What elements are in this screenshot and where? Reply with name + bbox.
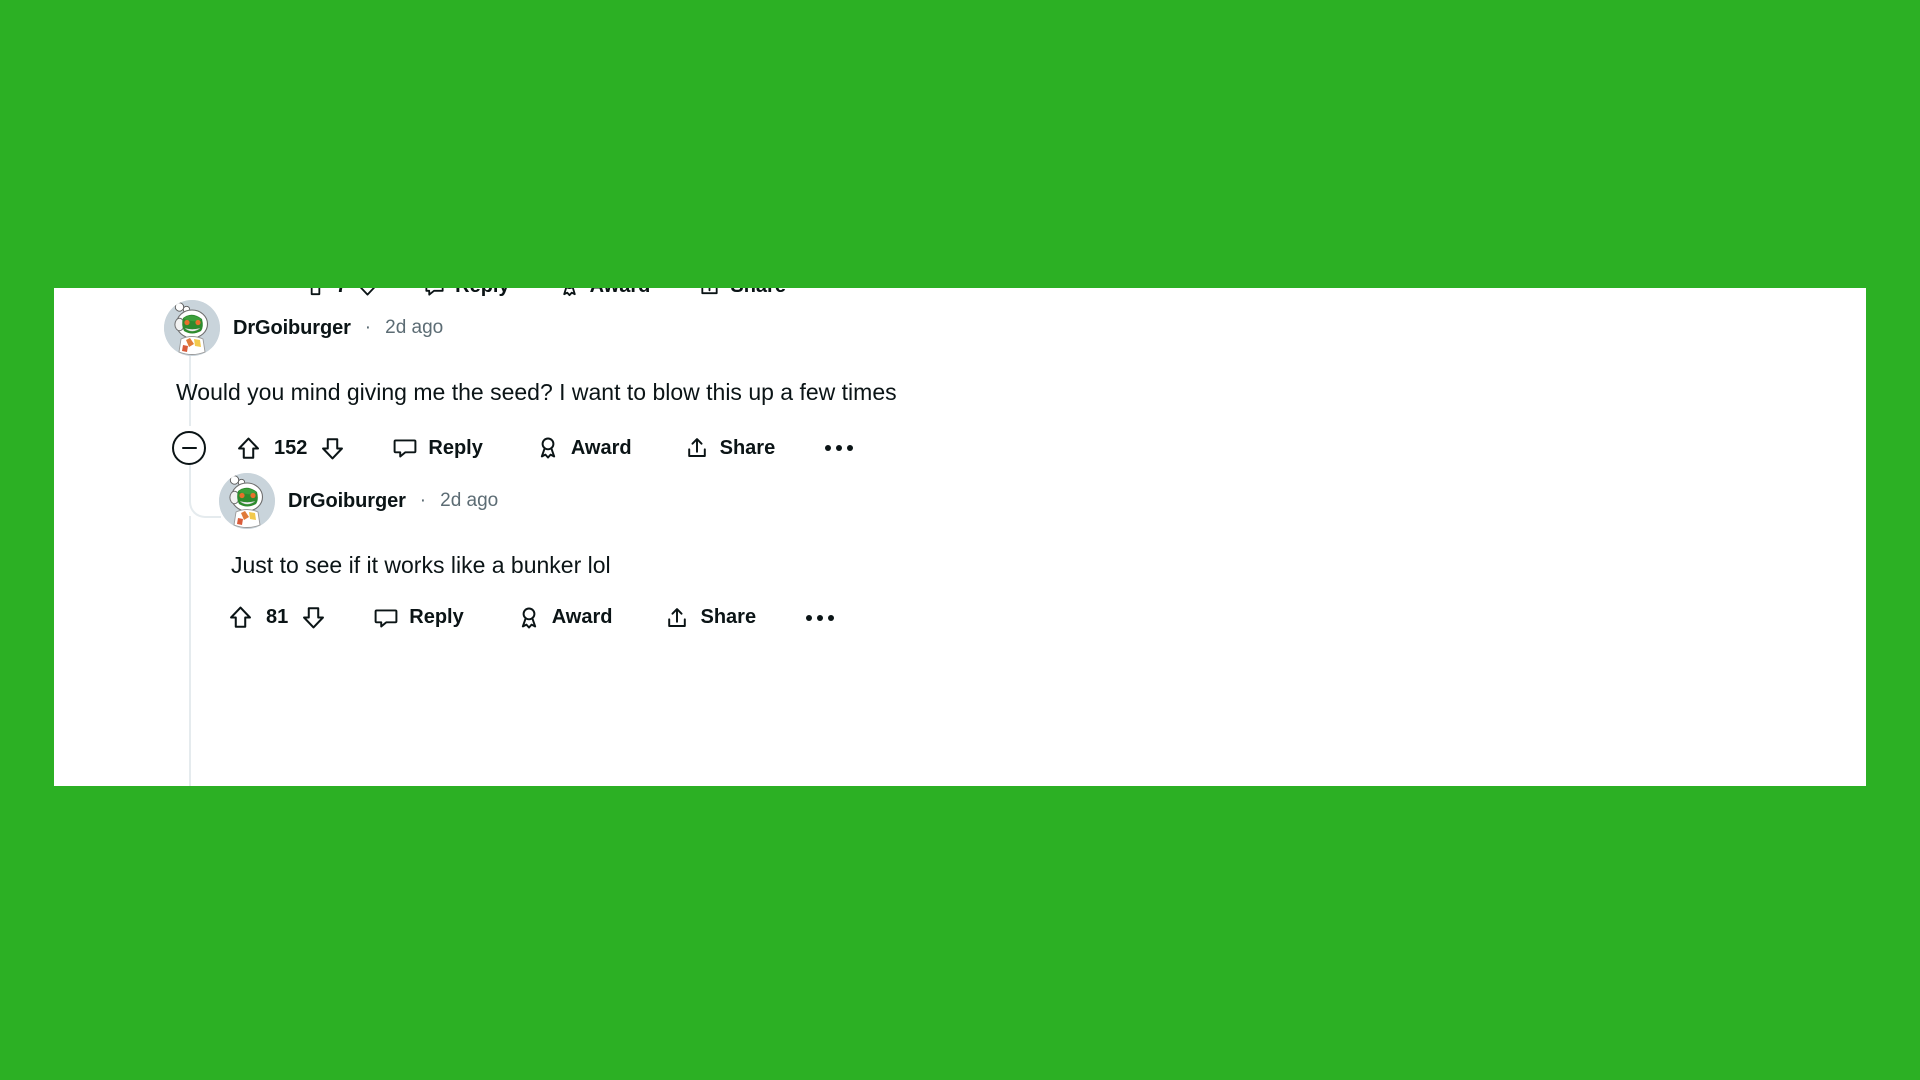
share-button[interactable]: Share [664, 605, 756, 631]
previous-share-button[interactable]: Share [698, 288, 786, 298]
share-label: Share [700, 606, 757, 629]
previous-award-label: Award [590, 288, 651, 298]
award-medal-icon [521, 607, 536, 629]
meta-separator: · [419, 490, 427, 511]
comment-header: DrGoiburger · 2d ago [219, 473, 838, 529]
overflow-dot [828, 614, 835, 621]
upvote-icon[interactable] [227, 604, 254, 631]
overflow-dot [836, 445, 843, 452]
more-options-button[interactable] [802, 609, 838, 627]
avatar-artwork [164, 300, 220, 356]
overflow-dot [847, 445, 854, 452]
reddit-snoo-alien-avatar[interactable] [219, 473, 275, 529]
comment-timestamp: 2d ago [440, 490, 499, 511]
comment-bubble-icon [394, 439, 417, 458]
comment-author-username[interactable]: DrGoiburger [233, 317, 351, 340]
avatar-artwork [219, 473, 275, 529]
comment-timestamp: 2d ago [385, 317, 444, 338]
previous-share-label: Share [730, 288, 786, 298]
reply-label: Reply [409, 606, 464, 629]
reply-label: Reply [428, 436, 483, 459]
comment-top-level: DrGoiburger · 2d ago Would you mind givi… [164, 300, 897, 466]
previous-reply-button[interactable]: Reply [423, 288, 510, 298]
reddit-snoo-alien-avatar[interactable] [164, 300, 220, 356]
vote-group: 152 [235, 435, 346, 462]
comment-bubble-icon [374, 608, 398, 627]
previous-vote-count: 7 [336, 288, 347, 298]
comment-action-bar: 81 Reply Award Share [227, 604, 838, 631]
share-button[interactable]: Share [684, 435, 776, 461]
downvote-icon[interactable] [356, 288, 379, 298]
comment-author-username[interactable]: DrGoiburger [288, 490, 406, 513]
previous-vote-group[interactable]: 7 [304, 288, 379, 298]
comment-action-bar: 152 Reply Award Share [172, 431, 897, 466]
reply-button[interactable]: Reply [373, 605, 464, 631]
comment-body-text: Just to see if it works like a bunker lo… [231, 552, 611, 578]
upvote-icon[interactable] [304, 288, 327, 298]
previous-award-button[interactable]: Award [558, 288, 651, 298]
vote-count: 81 [266, 606, 289, 629]
overflow-dot [806, 614, 813, 621]
comment-body-text: Would you mind giving me the seed? I wan… [176, 379, 897, 405]
thread-line-level-2 [189, 516, 191, 786]
meta-separator: · [364, 317, 372, 338]
upvote-icon[interactable] [235, 435, 262, 462]
thread-curve-to-reply [189, 488, 221, 518]
previous-reply-label: Reply [455, 288, 509, 298]
downvote-icon[interactable] [319, 435, 346, 462]
share-upload-icon [701, 288, 718, 294]
overflow-dot [817, 614, 824, 621]
comment-nested-reply: DrGoiburger · 2d ago Just to see if it w… [219, 473, 838, 631]
comment-bubble-icon [425, 288, 444, 296]
award-medal-icon [562, 288, 576, 296]
award-medal-icon [540, 437, 555, 459]
more-options-button[interactable] [821, 439, 857, 457]
share-upload-icon [668, 607, 687, 627]
award-button[interactable]: Award [535, 435, 632, 461]
minus-icon [181, 446, 197, 450]
share-label: Share [719, 436, 776, 459]
overflow-dot [825, 445, 832, 452]
vote-count: 152 [274, 436, 308, 459]
share-upload-icon [687, 438, 706, 458]
comment-header: DrGoiburger · 2d ago [164, 300, 897, 356]
downvote-icon[interactable] [300, 604, 327, 631]
award-button[interactable]: Award [516, 605, 613, 631]
collapse-thread-button[interactable] [172, 431, 206, 466]
reply-button[interactable]: Reply [392, 435, 483, 461]
vote-group: 81 [227, 604, 327, 631]
comment-thread-card: 7 Reply Award Share [54, 288, 1866, 786]
award-label: Award [551, 606, 613, 629]
award-label: Award [570, 436, 632, 459]
